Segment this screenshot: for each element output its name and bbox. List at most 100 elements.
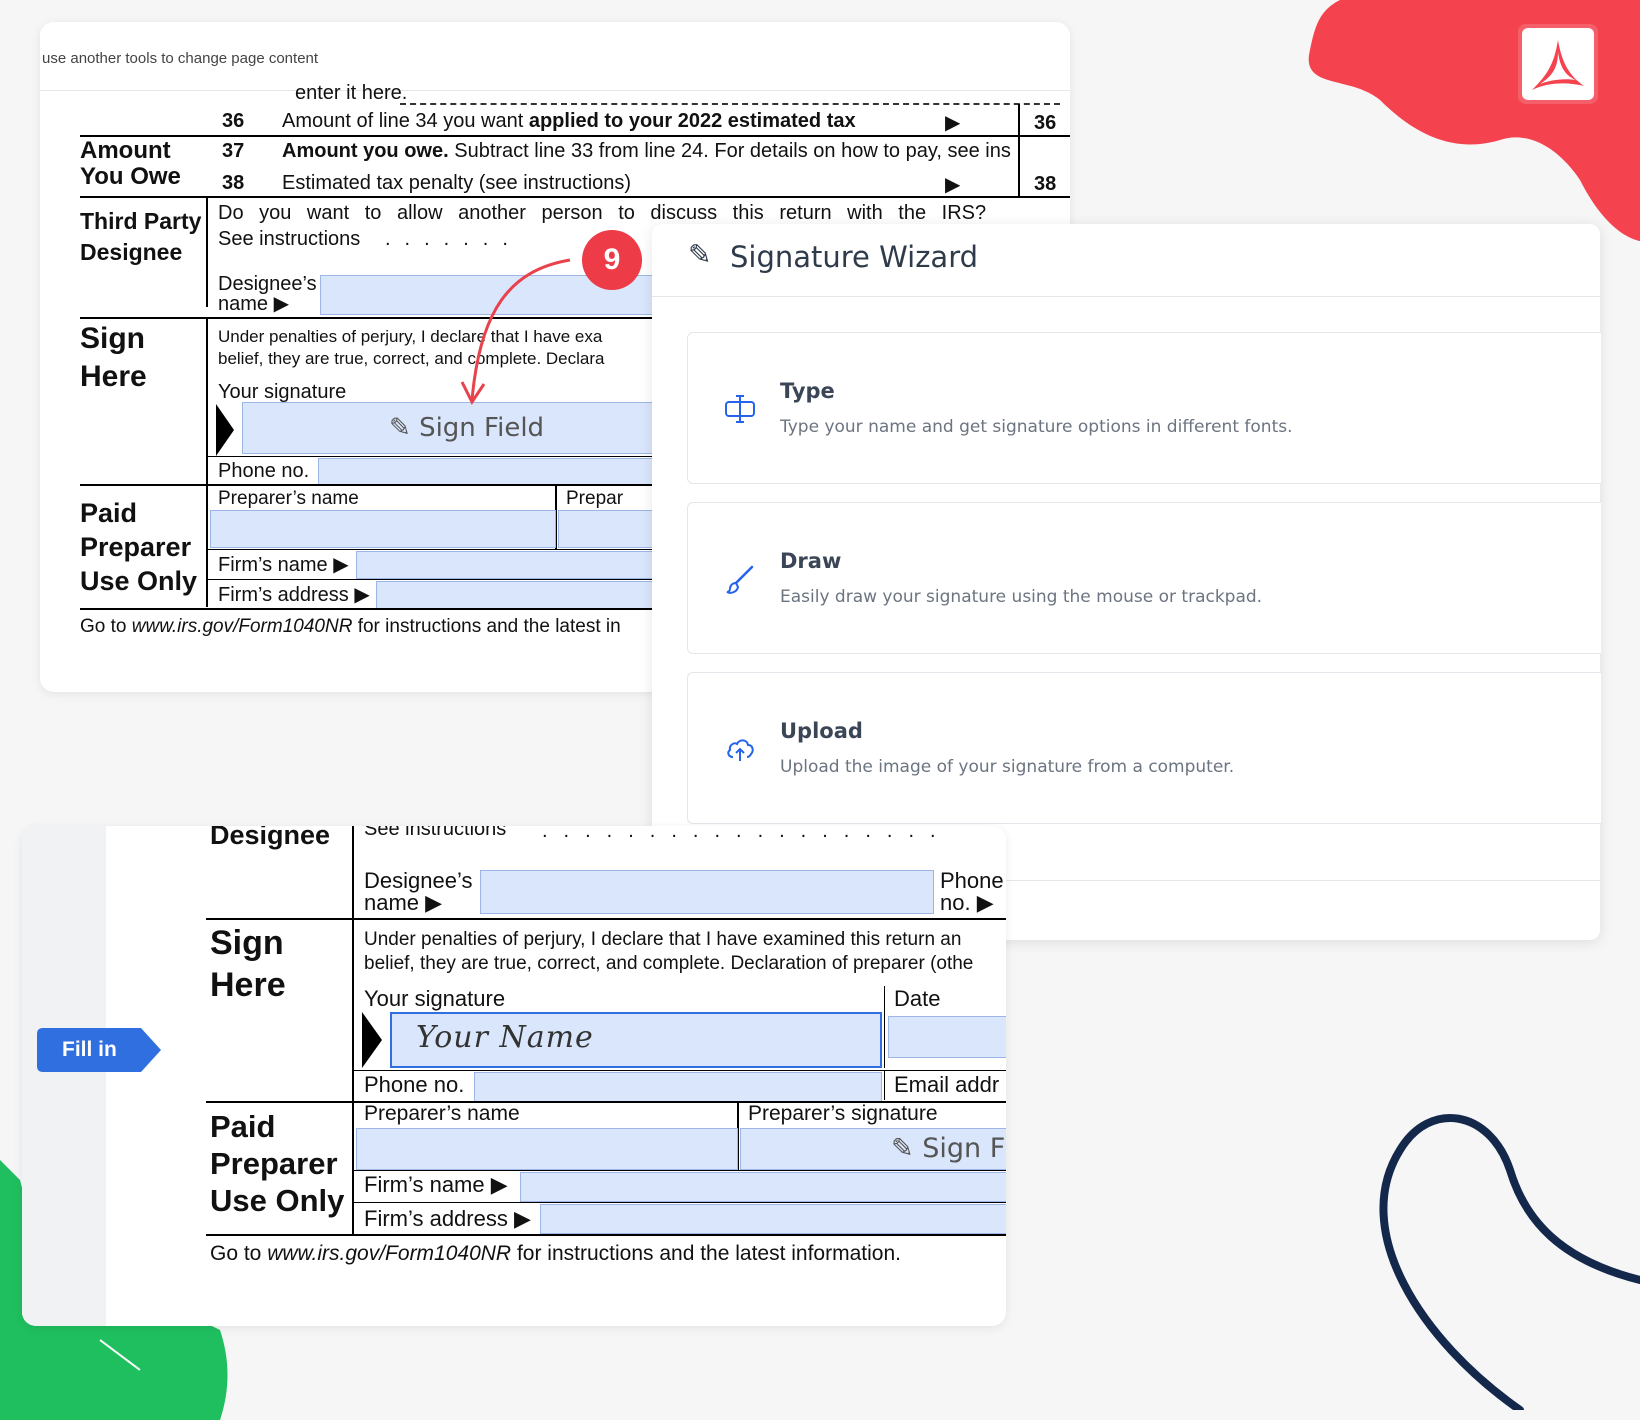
your-signature-label: Your signature — [218, 381, 347, 403]
designee-name-label: Designee’s name ▶ — [218, 273, 317, 315]
designee-question: Do you want to allow another person to d… — [218, 202, 987, 224]
irs-link[interactable]: www.irs.gov/Form1040NR — [267, 1242, 511, 1265]
text-cursor-icon — [725, 395, 755, 423]
section-sign-here: Sign Here — [80, 322, 147, 393]
section-rule — [80, 196, 1070, 198]
line-38-label: Estimated tax penalty (see instructions) — [282, 172, 632, 194]
line-36-label: Amount of line 34 you want applied to yo… — [282, 110, 856, 132]
cloud-upload-icon — [727, 739, 754, 761]
arrow-right-icon: ▶ — [273, 293, 289, 315]
option-draw[interactable]: Draw Easily draw your signature using th… — [687, 502, 1601, 654]
wizard-title: Signature Wizard — [730, 240, 979, 274]
leader-dots: ................... — [542, 826, 952, 842]
preparer-signature-label-cut: Prepar — [566, 488, 624, 509]
line-36-number: 36 — [222, 110, 245, 132]
option-type[interactable]: Type Type your name and get signature op… — [687, 332, 1601, 484]
line-36-box: 36 — [1034, 112, 1057, 134]
firms-name-label: Firm’s name ▶ — [218, 554, 349, 576]
toolbar-hint-text: use another tools to change page content — [42, 50, 319, 67]
pen-icon: ✎ — [688, 238, 712, 271]
preparers-signature-field[interactable]: ✎ Sign F — [740, 1128, 1006, 1170]
line-38-number: 38 — [222, 172, 245, 194]
phone-no-label: Phone no. — [364, 1072, 465, 1097]
arrow-right-icon: ▶ — [354, 584, 370, 606]
brush-icon — [726, 565, 754, 594]
firms-address-label: Firm’s address ▶ — [364, 1206, 531, 1231]
row-rule — [354, 1070, 1006, 1071]
preparers-name-field[interactable] — [356, 1128, 738, 1170]
fill-in-label: Fill in — [62, 1038, 117, 1061]
firms-address-field[interactable] — [540, 1204, 1006, 1234]
arrow-right-icon: ▶ — [490, 1172, 508, 1197]
left-margin-strip — [22, 826, 106, 1326]
amount-column-rule — [1018, 104, 1020, 196]
phone-label-cut: Phone no. ▶ — [940, 868, 1004, 915]
phone-field[interactable] — [474, 1072, 882, 1102]
firms-address-label: Firm’s address ▶ — [218, 584, 370, 606]
option-upload-desc: Upload the image of your signature from … — [780, 757, 1235, 777]
form-preview-bottom: Designee See instructions ..............… — [22, 826, 1006, 1326]
option-draw-desc: Easily draw your signature using the mou… — [780, 587, 1263, 607]
preparer-sign-field-label: ✎ Sign F — [891, 1133, 1006, 1164]
section-third-party-designee: Third Party Designee — [80, 208, 202, 265]
label-column-rule — [206, 197, 208, 307]
email-label-cut: Email addr — [894, 1072, 1000, 1097]
date-field[interactable] — [888, 1016, 1006, 1058]
arrow-right-icon: ▶ — [333, 554, 349, 576]
line-37-label: Amount you owe. Subtract line 33 from li… — [282, 140, 1011, 162]
your-signature-label: Your signature — [364, 986, 506, 1011]
label-column-rule — [352, 919, 354, 1101]
date-label: Date — [894, 986, 941, 1011]
section-paid-preparer: Paid Preparer Use Only — [80, 498, 198, 596]
section-rule — [206, 918, 1006, 920]
dashed-rule — [400, 103, 1060, 105]
signature-field-filled[interactable]: Your Name — [390, 1012, 882, 1068]
perjury-statement: Under penalties of perjury, I declare th… — [364, 929, 974, 974]
section-sign-here: Sign Here — [210, 924, 286, 1004]
firms-name-label: Firm’s name ▶ — [364, 1172, 508, 1197]
arrow-right-icon: ▶ — [513, 1206, 531, 1231]
designee-label: Designee — [210, 826, 331, 850]
preparers-name-field[interactable] — [210, 510, 556, 548]
label-column-rule — [352, 1102, 354, 1234]
option-upload[interactable]: Upload Upload the image of your signatur… — [687, 672, 1601, 824]
label-column-rule — [206, 485, 208, 607]
option-upload-title: Upload — [780, 719, 863, 743]
arrow-right-icon: ▶ — [945, 112, 961, 134]
irs-link[interactable]: www.irs.gov/Form1040NR — [132, 616, 353, 637]
option-draw-title: Draw — [780, 549, 842, 573]
pointer-triangle-icon — [216, 404, 234, 456]
designee-name-field[interactable] — [480, 870, 934, 914]
see-instructions-text: See instructions — [218, 228, 361, 250]
phone-no-label: Phone no. — [218, 460, 310, 482]
arrow-right-icon: ▶ — [976, 890, 994, 915]
option-type-desc: Type your name and get signature options… — [780, 417, 1293, 437]
preparers-signature-label: Preparer’s signature — [748, 1102, 938, 1125]
pen-icon: ✎ — [389, 413, 411, 443]
section-amount-you-owe: Amount You Owe — [80, 137, 181, 190]
pointer-triangle-icon — [362, 1012, 382, 1068]
arrow-right-icon: ▶ — [945, 174, 961, 196]
toolbar-hint-bar: use another tools to change page content — [40, 22, 1070, 91]
preparers-name-label: Preparer’s name — [364, 1102, 520, 1125]
section-rule — [206, 1234, 1006, 1236]
pen-icon: ✎ — [891, 1133, 914, 1164]
cell-rule — [884, 1070, 885, 1100]
cell-rule — [884, 986, 885, 1068]
wizard-header: ✎ Signature Wizard — [652, 224, 1600, 297]
form-footer: Go to www.irs.gov/Form1040NR for instruc… — [80, 616, 621, 637]
pdf-logo-icon — [1518, 24, 1598, 104]
see-instructions-text: See instructions — [364, 826, 507, 840]
step-badge: 9 — [582, 230, 642, 290]
decorative-navy-curve — [1379, 1114, 1640, 1410]
section-paid-preparer: Paid Preparer Use Only — [210, 1109, 345, 1218]
form-footer: Go to www.irs.gov/Form1040NR for instruc… — [210, 1242, 901, 1265]
firms-name-field[interactable] — [520, 1172, 1006, 1202]
label-column-rule — [206, 318, 208, 484]
line-37-number: 37 — [222, 140, 245, 162]
option-type-title: Type — [780, 379, 835, 403]
designee-name-label: Designee’s name ▶ — [364, 868, 473, 915]
preparers-name-label: Preparer’s name — [218, 488, 359, 509]
row-rule — [354, 1170, 1006, 1171]
arrow-right-icon: ▶ — [425, 890, 443, 915]
